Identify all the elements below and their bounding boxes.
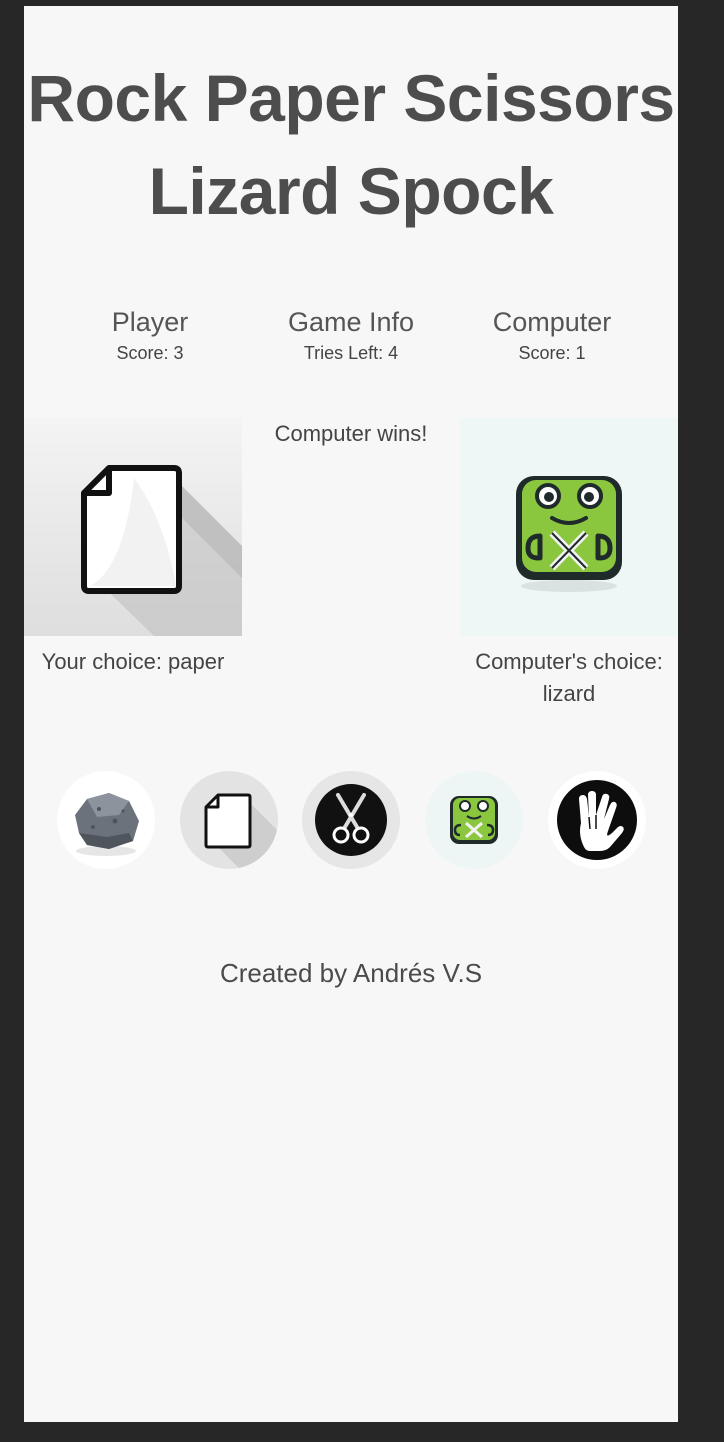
lizard-icon xyxy=(516,476,622,592)
player-choice-image xyxy=(24,418,242,636)
player-panel: Player Score: 3 xyxy=(40,306,260,366)
round-result: Computer wins! xyxy=(274,421,428,446)
paper-option-button[interactable] xyxy=(180,771,278,869)
spock-option-button[interactable] xyxy=(548,771,646,869)
computer-choice-image xyxy=(460,418,678,636)
lizard-option-button[interactable] xyxy=(425,771,523,869)
game-info-panel: Game Info Tries Left: 4 xyxy=(241,306,461,366)
paper-icon xyxy=(81,465,242,636)
computer-choice-caption: Computer's choice: lizard xyxy=(460,646,678,710)
computer-panel: Computer Score: 1 xyxy=(442,306,662,366)
lizard-icon xyxy=(450,796,498,844)
computer-choice-caption-line-1: Computer's choice: xyxy=(475,649,663,674)
player-choice-caption: Your choice: paper xyxy=(41,649,225,674)
scissors-icon xyxy=(315,784,387,856)
title-line-2: Lizard Spock xyxy=(148,154,554,228)
rock-icon xyxy=(75,793,139,856)
spock-hand-icon xyxy=(557,780,637,860)
title-line-1: Rock Paper Scissors xyxy=(27,61,675,135)
tries-left: Tries Left: 4 xyxy=(303,343,399,363)
computer-heading: Computer xyxy=(492,307,612,337)
footer-credit: Created by Andrés V.S xyxy=(219,958,483,988)
player-heading: Player xyxy=(111,307,189,337)
scissors-option-button[interactable] xyxy=(302,771,400,869)
game-info-heading: Game Info xyxy=(287,307,415,337)
page-title: Rock Paper Scissors Lizard Spock xyxy=(24,52,678,238)
rock-option-button[interactable] xyxy=(57,771,155,869)
computer-choice-value: lizard xyxy=(542,681,596,706)
computer-score: Score: 1 xyxy=(518,343,586,363)
game-page: Rock Paper Scissors Lizard Spock Player … xyxy=(24,6,678,1422)
player-score: Score: 3 xyxy=(116,343,184,363)
paper-icon xyxy=(204,793,278,869)
